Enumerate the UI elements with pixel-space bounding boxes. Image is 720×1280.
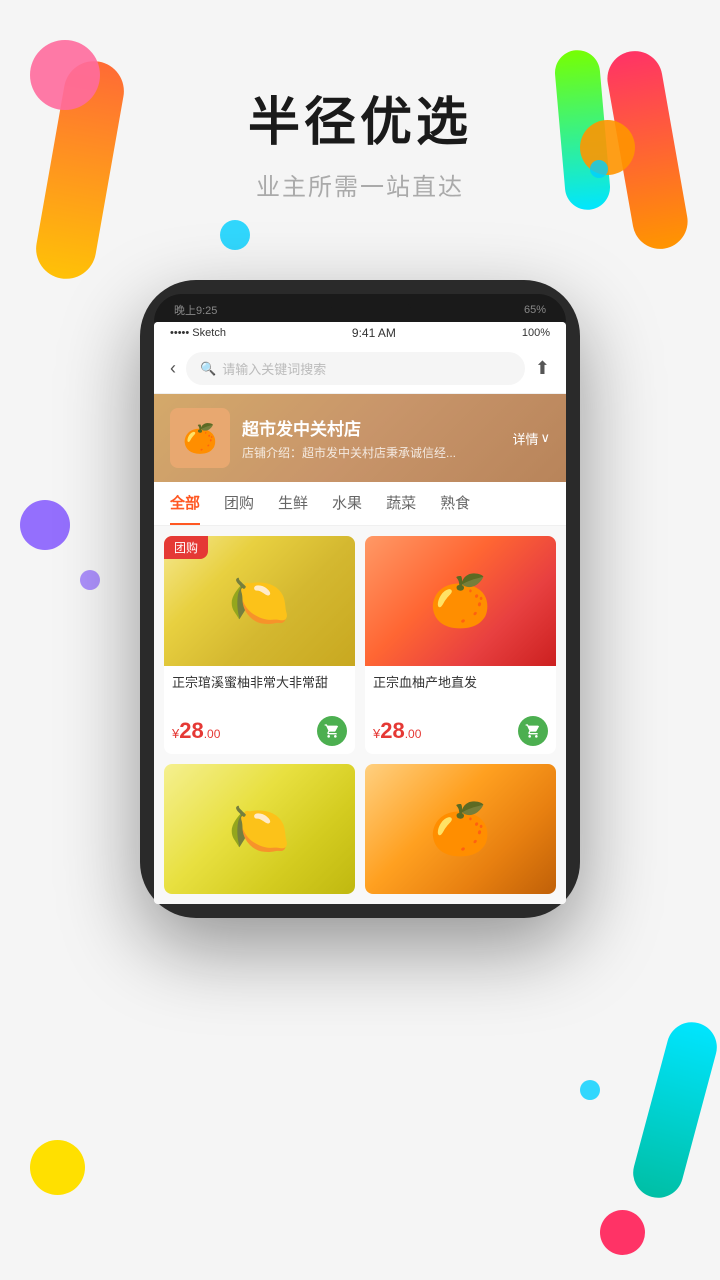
category-tabs: 全部团购生鲜水果蔬菜熟食 <box>154 482 566 526</box>
inner-carrier: ••••• Sketch <box>170 327 226 339</box>
inner-status-bar: ••••• Sketch 9:41 AM 100% <box>154 322 566 344</box>
product-name: 正宗琯溪蜜柚非常大非常甜 <box>172 674 347 710</box>
search-input-box[interactable]: 🔍 请输入关键词搜索 <box>186 352 525 385</box>
product-price-row: ¥28.00 <box>172 716 347 746</box>
title-area: 半径优选 业主所需一站直达 <box>0 80 720 202</box>
product-image: 🍊 <box>365 764 556 894</box>
search-icon: 🔍 <box>200 361 216 377</box>
store-header: 🍊 超市发中关村店 店铺介绍：超市发中关村店秉承诚信经... 详情 ∨ <box>154 394 566 482</box>
outer-battery: 65% <box>524 304 546 316</box>
main-title: 半径优选 <box>0 80 720 155</box>
product-card[interactable]: 🍊 正宗血柚产地直发 ¥28.00 <box>365 536 556 754</box>
phone-outer-status: 晚上9:25 65% <box>154 294 566 322</box>
product-price: ¥28.00 <box>172 718 220 744</box>
product-card[interactable]: 🍋 <box>164 764 355 894</box>
category-tab[interactable]: 团购 <box>224 482 254 525</box>
store-info: 超市发中关村店 店铺介绍：超市发中关村店秉承诚信经... <box>242 415 500 461</box>
category-tab[interactable]: 水果 <box>332 482 362 525</box>
phone-outer: 晚上9:25 65% ••••• Sketch 9:41 AM 100% ‹ 🔍… <box>140 280 580 918</box>
sub-title: 业主所需一站直达 <box>0 167 720 202</box>
outer-time: 晚上9:25 <box>174 302 217 318</box>
category-tab[interactable]: 熟食 <box>440 482 470 525</box>
product-name: 正宗血柚产地直发 <box>373 674 548 710</box>
product-price-row: ¥28.00 <box>373 716 548 746</box>
search-bar: ‹ 🔍 请输入关键词搜索 ⬆ <box>154 344 566 394</box>
product-card[interactable]: 🍋团购正宗琯溪蜜柚非常大非常甜 ¥28.00 <box>164 536 355 754</box>
product-image: 🍋团购 <box>164 536 355 666</box>
search-placeholder: 请输入关键词搜索 <box>222 359 326 378</box>
category-tab[interactable]: 蔬菜 <box>386 482 416 525</box>
product-image: 🍊 <box>365 536 556 666</box>
inner-time: 9:41 AM <box>352 326 396 340</box>
product-image: 🍋 <box>164 764 355 894</box>
phone-screen: ••••• Sketch 9:41 AM 100% ‹ 🔍 请输入关键词搜索 ⬆… <box>154 322 566 904</box>
category-tab[interactable]: 全部 <box>170 482 200 525</box>
add-to-cart-button[interactable] <box>518 716 548 746</box>
product-info: 正宗血柚产地直发 ¥28.00 <box>365 666 556 754</box>
store-name: 超市发中关村店 <box>242 415 500 440</box>
store-avatar: 🍊 <box>170 408 230 468</box>
share-button[interactable]: ⬆ <box>535 358 550 379</box>
phone-notch <box>331 303 411 317</box>
store-detail-button[interactable]: 详情 ∨ <box>512 429 550 448</box>
product-card[interactable]: 🍊 <box>365 764 556 894</box>
category-tab[interactable]: 生鲜 <box>278 482 308 525</box>
store-description: 店铺介绍：超市发中关村店秉承诚信经... <box>242 444 500 461</box>
phone-mockup: 晚上9:25 65% ••••• Sketch 9:41 AM 100% ‹ 🔍… <box>140 280 580 918</box>
product-badge: 团购 <box>164 536 208 559</box>
add-to-cart-button[interactable] <box>317 716 347 746</box>
product-price: ¥28.00 <box>373 718 421 744</box>
products-grid: 🍋团购正宗琯溪蜜柚非常大非常甜 ¥28.00 🍊 正宗血柚产地直发 ¥28.00 🍋🍊 <box>154 526 566 904</box>
inner-battery: 100% <box>522 327 550 339</box>
product-info: 正宗琯溪蜜柚非常大非常甜 ¥28.00 <box>164 666 355 754</box>
back-button[interactable]: ‹ <box>170 358 176 379</box>
